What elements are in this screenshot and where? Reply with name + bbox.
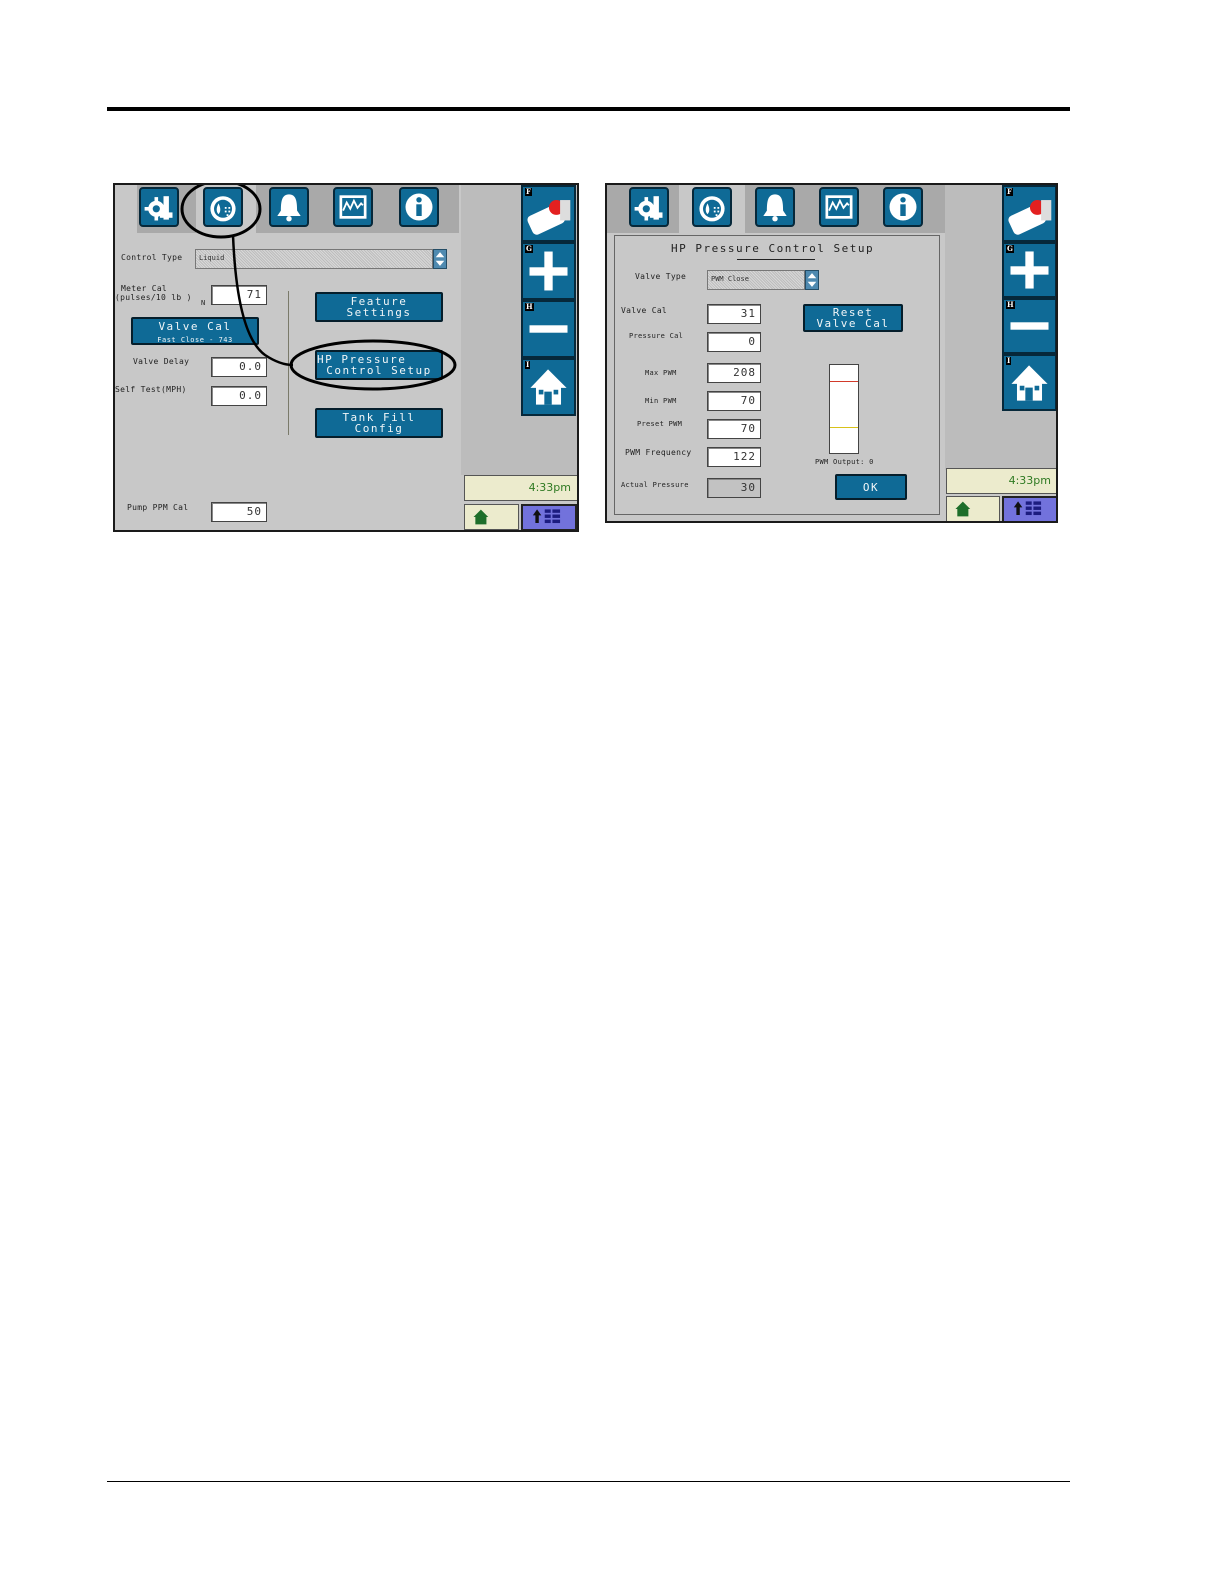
tab-product-setup[interactable] xyxy=(692,187,732,227)
pwm-frequency-label: PWM Frequency xyxy=(625,448,692,457)
actual-pressure-readout: 30 xyxy=(707,478,761,498)
min-pwm-input[interactable]: 70 xyxy=(707,391,761,411)
valve-cal-input[interactable]: 31 xyxy=(707,304,761,324)
valve-cal-label: Valve Cal xyxy=(621,306,668,315)
up-arrow-grid-icon xyxy=(1013,501,1042,516)
valve-type-arrow[interactable] xyxy=(805,270,819,290)
menu-button[interactable] xyxy=(1002,496,1056,521)
reset-button-line2: Valve Cal xyxy=(816,317,890,330)
preset-pwm-input[interactable]: 70 xyxy=(707,419,761,439)
pressure-cal-label: Pressure Cal xyxy=(629,332,684,340)
bell-icon xyxy=(763,194,787,222)
gear-wrench-icon xyxy=(634,196,663,221)
home-icon xyxy=(955,501,971,517)
softkey-f[interactable]: F xyxy=(1002,185,1056,242)
pwm-output-bar xyxy=(829,364,859,454)
pwm-preset-line xyxy=(830,427,858,428)
clock-display: 4:33pm xyxy=(946,468,1056,494)
tab-machine-setup[interactable] xyxy=(629,187,669,227)
softkey-g-increase[interactable]: G xyxy=(1002,242,1056,298)
softkey-g-label: G xyxy=(1006,244,1014,253)
valve-type-label: Valve Type xyxy=(635,272,687,281)
gear-droplet-icon xyxy=(699,196,725,222)
softkey-i-home[interactable]: I xyxy=(1002,354,1056,411)
graph-icon xyxy=(825,195,853,219)
pwm-max-line xyxy=(830,381,858,382)
softkey-f-label: F xyxy=(1006,187,1013,196)
hp-pressure-dialog: HP Pressure Control Setup Valve Type PWM… xyxy=(614,235,940,515)
home-button[interactable] xyxy=(946,496,1000,521)
annotation-overlay xyxy=(180,185,457,391)
pwm-frequency-input[interactable]: 122 xyxy=(707,447,761,467)
tab-alarms[interactable] xyxy=(755,187,795,227)
pressure-cal-input[interactable]: 0 xyxy=(707,332,761,352)
dialog-title-underline xyxy=(737,259,815,260)
preset-pwm-label: Preset PWM xyxy=(637,420,683,428)
pwm-output-label: PWM Output: 0 xyxy=(815,458,874,466)
up-down-arrow-icon xyxy=(807,273,817,287)
left-screen: Control Type Liquid Meter Cal (pulses/10… xyxy=(113,183,579,532)
max-pwm-input[interactable]: 208 xyxy=(707,363,761,383)
valve-type-select[interactable]: PWM Close xyxy=(707,270,805,290)
softkey-i-label: I xyxy=(1006,356,1012,365)
reset-valve-cal-button[interactable]: Reset Valve Cal xyxy=(803,304,903,332)
min-pwm-label: Min PWM xyxy=(645,397,677,405)
info-icon xyxy=(889,193,917,221)
max-pwm-label: Max PWM xyxy=(645,369,677,377)
ok-button[interactable]: OK xyxy=(835,474,907,500)
footer-rule xyxy=(107,1481,1070,1482)
right-screen: HP Pressure Control Setup Valve Type PWM… xyxy=(605,183,1058,523)
tab-info[interactable] xyxy=(883,187,923,227)
house-icon xyxy=(1011,365,1048,401)
actual-pressure-label: Actual Pressure xyxy=(621,481,689,489)
header-rule xyxy=(107,107,1070,111)
softkey-h-label: H xyxy=(1006,300,1015,309)
softkey-h-decrease[interactable]: H xyxy=(1002,298,1056,354)
dialog-title: HP Pressure Control Setup xyxy=(671,242,875,255)
tab-diagnostics[interactable] xyxy=(819,187,859,227)
